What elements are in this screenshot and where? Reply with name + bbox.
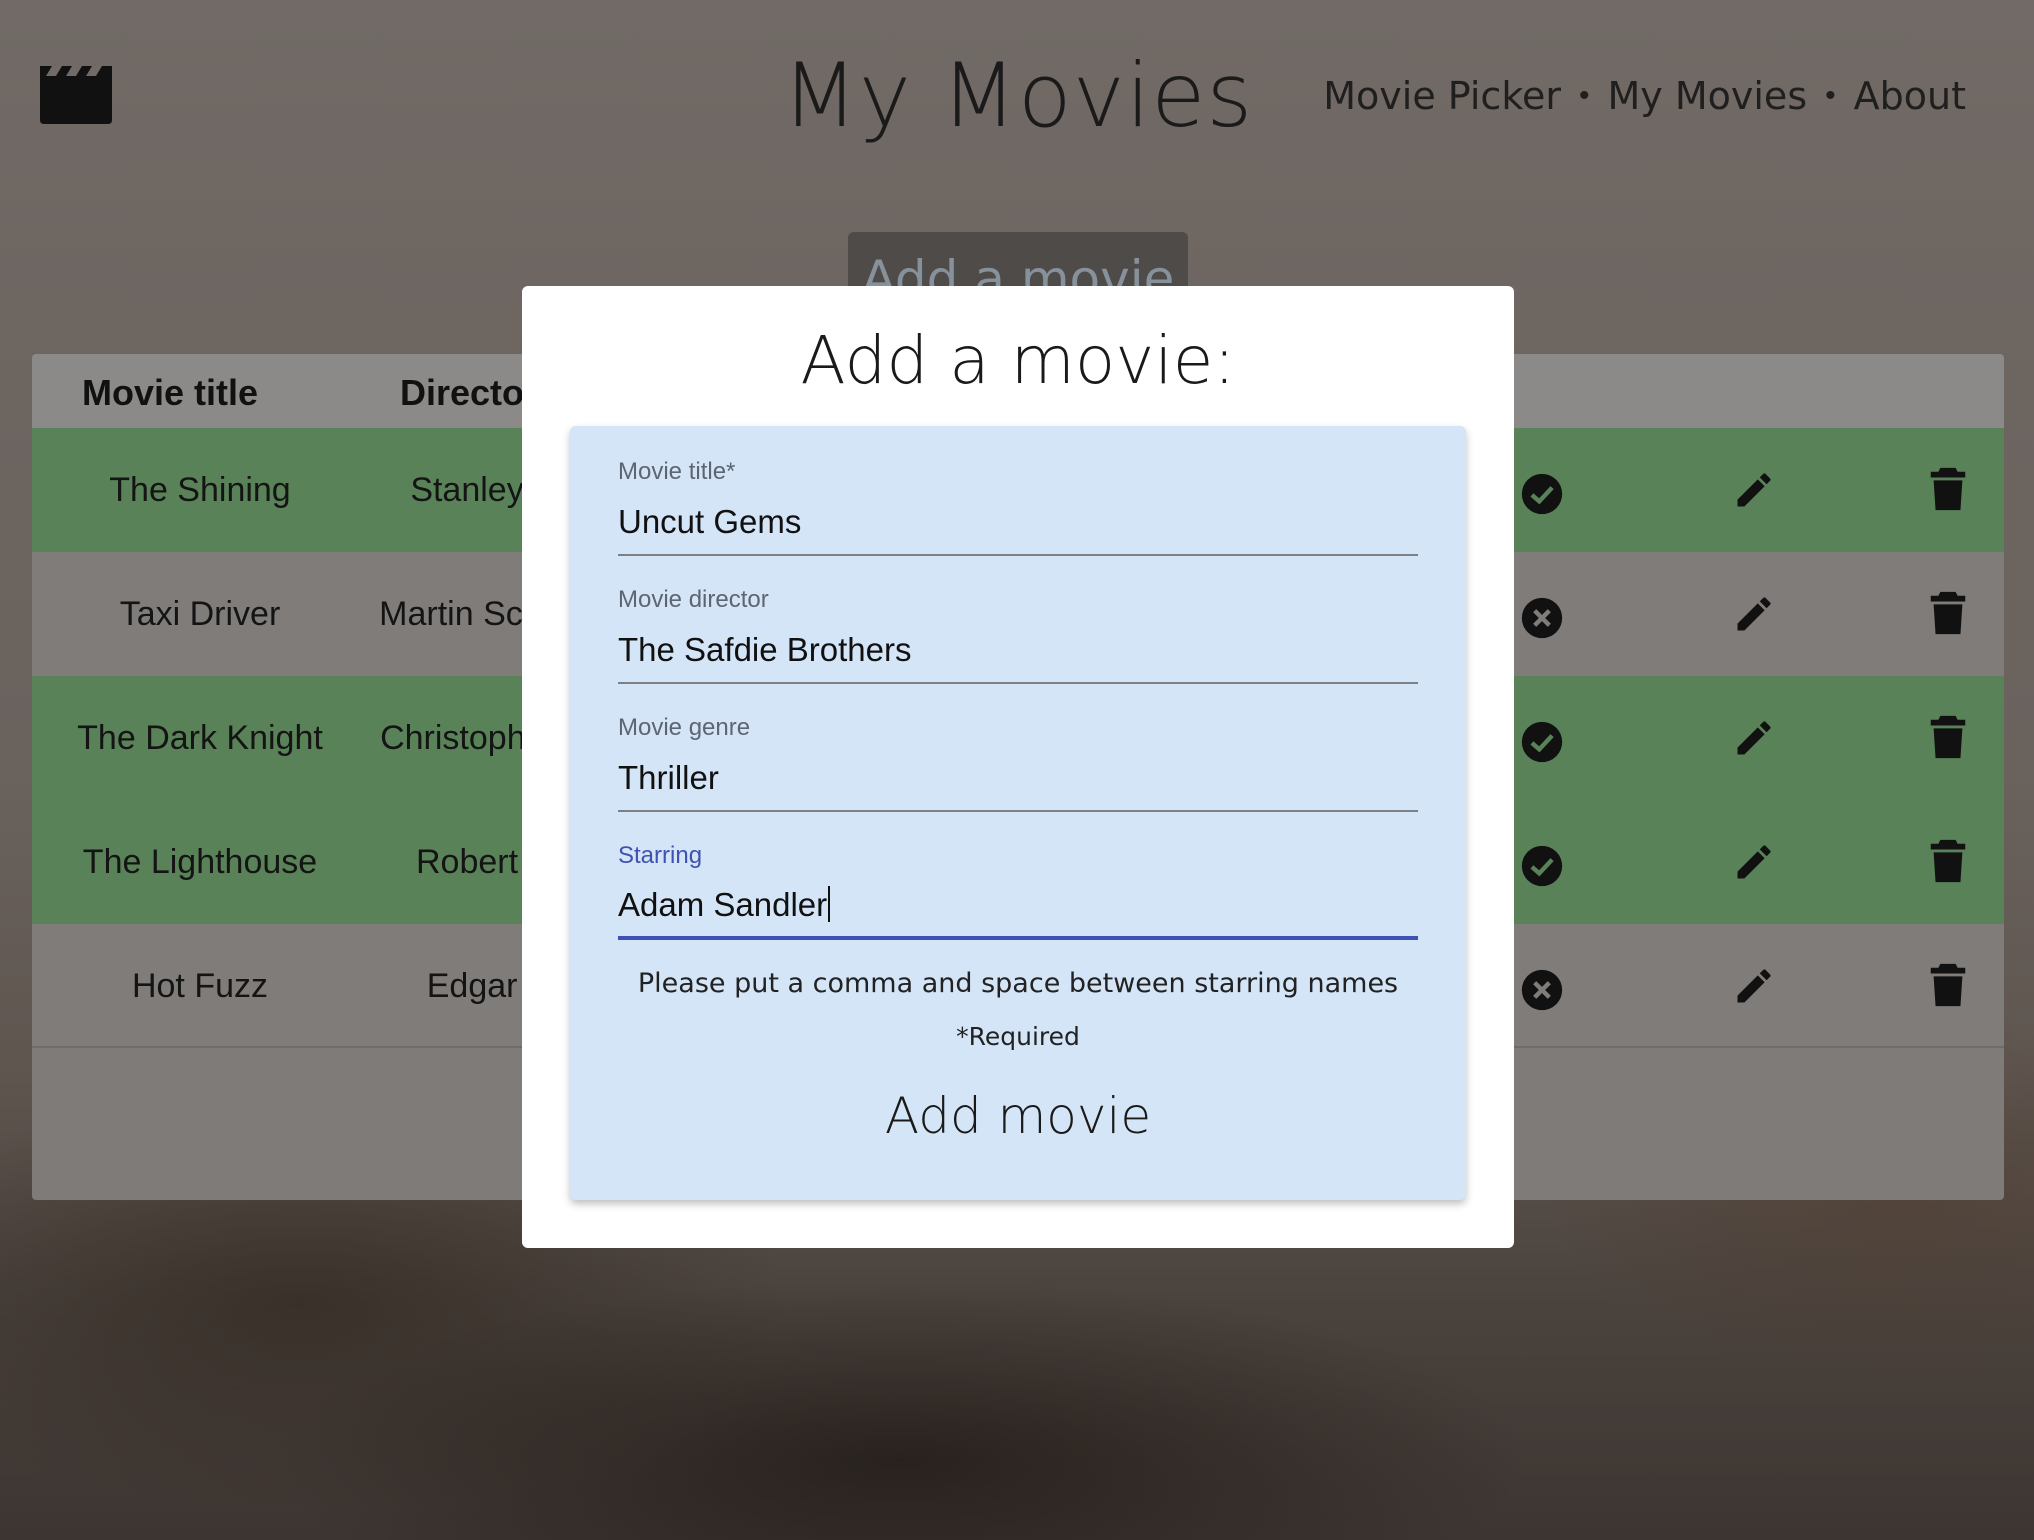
trash-icon[interactable] bbox=[1928, 962, 1968, 1008]
movie-title-cell: The Dark Knight bbox=[77, 719, 323, 757]
check-circle-icon[interactable] bbox=[1520, 720, 1564, 764]
check-circle-icon[interactable] bbox=[1520, 844, 1564, 888]
movie-genre-label: Movie genre bbox=[618, 714, 751, 741]
text-caret bbox=[828, 886, 831, 922]
movie-director-field: Movie director bbox=[618, 586, 1418, 706]
edit-pencil-icon[interactable] bbox=[1732, 468, 1776, 512]
clapperboard-icon[interactable] bbox=[38, 62, 114, 126]
add-movie-submit-button[interactable]: Add movie bbox=[868, 1076, 1168, 1156]
starring-input-value: Adam Sandler bbox=[618, 886, 828, 923]
movie-title-label: Movie title* bbox=[618, 458, 736, 485]
nav-link-about[interactable]: About bbox=[1854, 74, 1966, 118]
starring-underline bbox=[618, 936, 1418, 940]
trash-icon[interactable] bbox=[1928, 466, 1968, 512]
movie-director-label: Movie director bbox=[618, 586, 769, 613]
nav-link-my-movies[interactable]: My Movies bbox=[1608, 74, 1808, 118]
nav-link-movie-picker[interactable]: Movie Picker bbox=[1323, 74, 1561, 118]
nav-separator: • bbox=[1825, 79, 1836, 112]
movie-director-underline bbox=[618, 682, 1418, 684]
movie-title-input[interactable] bbox=[618, 498, 1418, 546]
movie-genre-field: Movie genre bbox=[618, 714, 1418, 834]
movie-title-cell: The Lighthouse bbox=[82, 843, 318, 881]
column-header-director: Directo bbox=[400, 372, 525, 413]
movie-title-cell: Hot Fuzz bbox=[131, 967, 269, 1005]
movie-director-input[interactable] bbox=[618, 626, 1418, 674]
movie-genre-input[interactable] bbox=[618, 754, 1418, 802]
edit-pencil-icon[interactable] bbox=[1732, 592, 1776, 636]
main-nav: Movie Picker • My Movies • About bbox=[1323, 74, 1966, 118]
required-note: *Required bbox=[956, 1022, 1080, 1051]
add-movie-form: Movie title* Movie director Movie genre … bbox=[570, 426, 1466, 1200]
starring-field: Starring Adam Sandler bbox=[618, 842, 1418, 962]
x-circle-icon[interactable] bbox=[1520, 596, 1564, 640]
edit-pencil-icon[interactable] bbox=[1732, 964, 1776, 1008]
movie-title-cell: The Shining bbox=[109, 471, 291, 509]
trash-icon[interactable] bbox=[1928, 590, 1968, 636]
trash-icon[interactable] bbox=[1928, 838, 1968, 884]
check-circle-icon[interactable] bbox=[1520, 472, 1564, 516]
movie-title-field: Movie title* bbox=[618, 458, 1418, 578]
edit-pencil-icon[interactable] bbox=[1732, 716, 1776, 760]
modal-title: Add a movie: bbox=[800, 322, 1236, 399]
column-header-title: Movie title bbox=[82, 372, 259, 413]
page-title: My Movies bbox=[782, 44, 1254, 147]
trash-icon[interactable] bbox=[1928, 714, 1968, 760]
edit-pencil-icon[interactable] bbox=[1732, 840, 1776, 884]
movie-title-underline bbox=[618, 554, 1418, 556]
add-movie-modal: Add a movie: Movie title* Movie director… bbox=[522, 286, 1514, 1248]
movie-genre-underline bbox=[618, 810, 1418, 812]
nav-separator: • bbox=[1578, 79, 1590, 112]
movie-title-cell: Taxi Driver bbox=[119, 595, 281, 633]
x-circle-icon[interactable] bbox=[1520, 968, 1564, 1012]
starring-label: Starring bbox=[618, 842, 703, 869]
starring-hint: Please put a comma and space between sta… bbox=[637, 968, 1399, 999]
starring-input[interactable]: Adam Sandler bbox=[618, 882, 1418, 930]
